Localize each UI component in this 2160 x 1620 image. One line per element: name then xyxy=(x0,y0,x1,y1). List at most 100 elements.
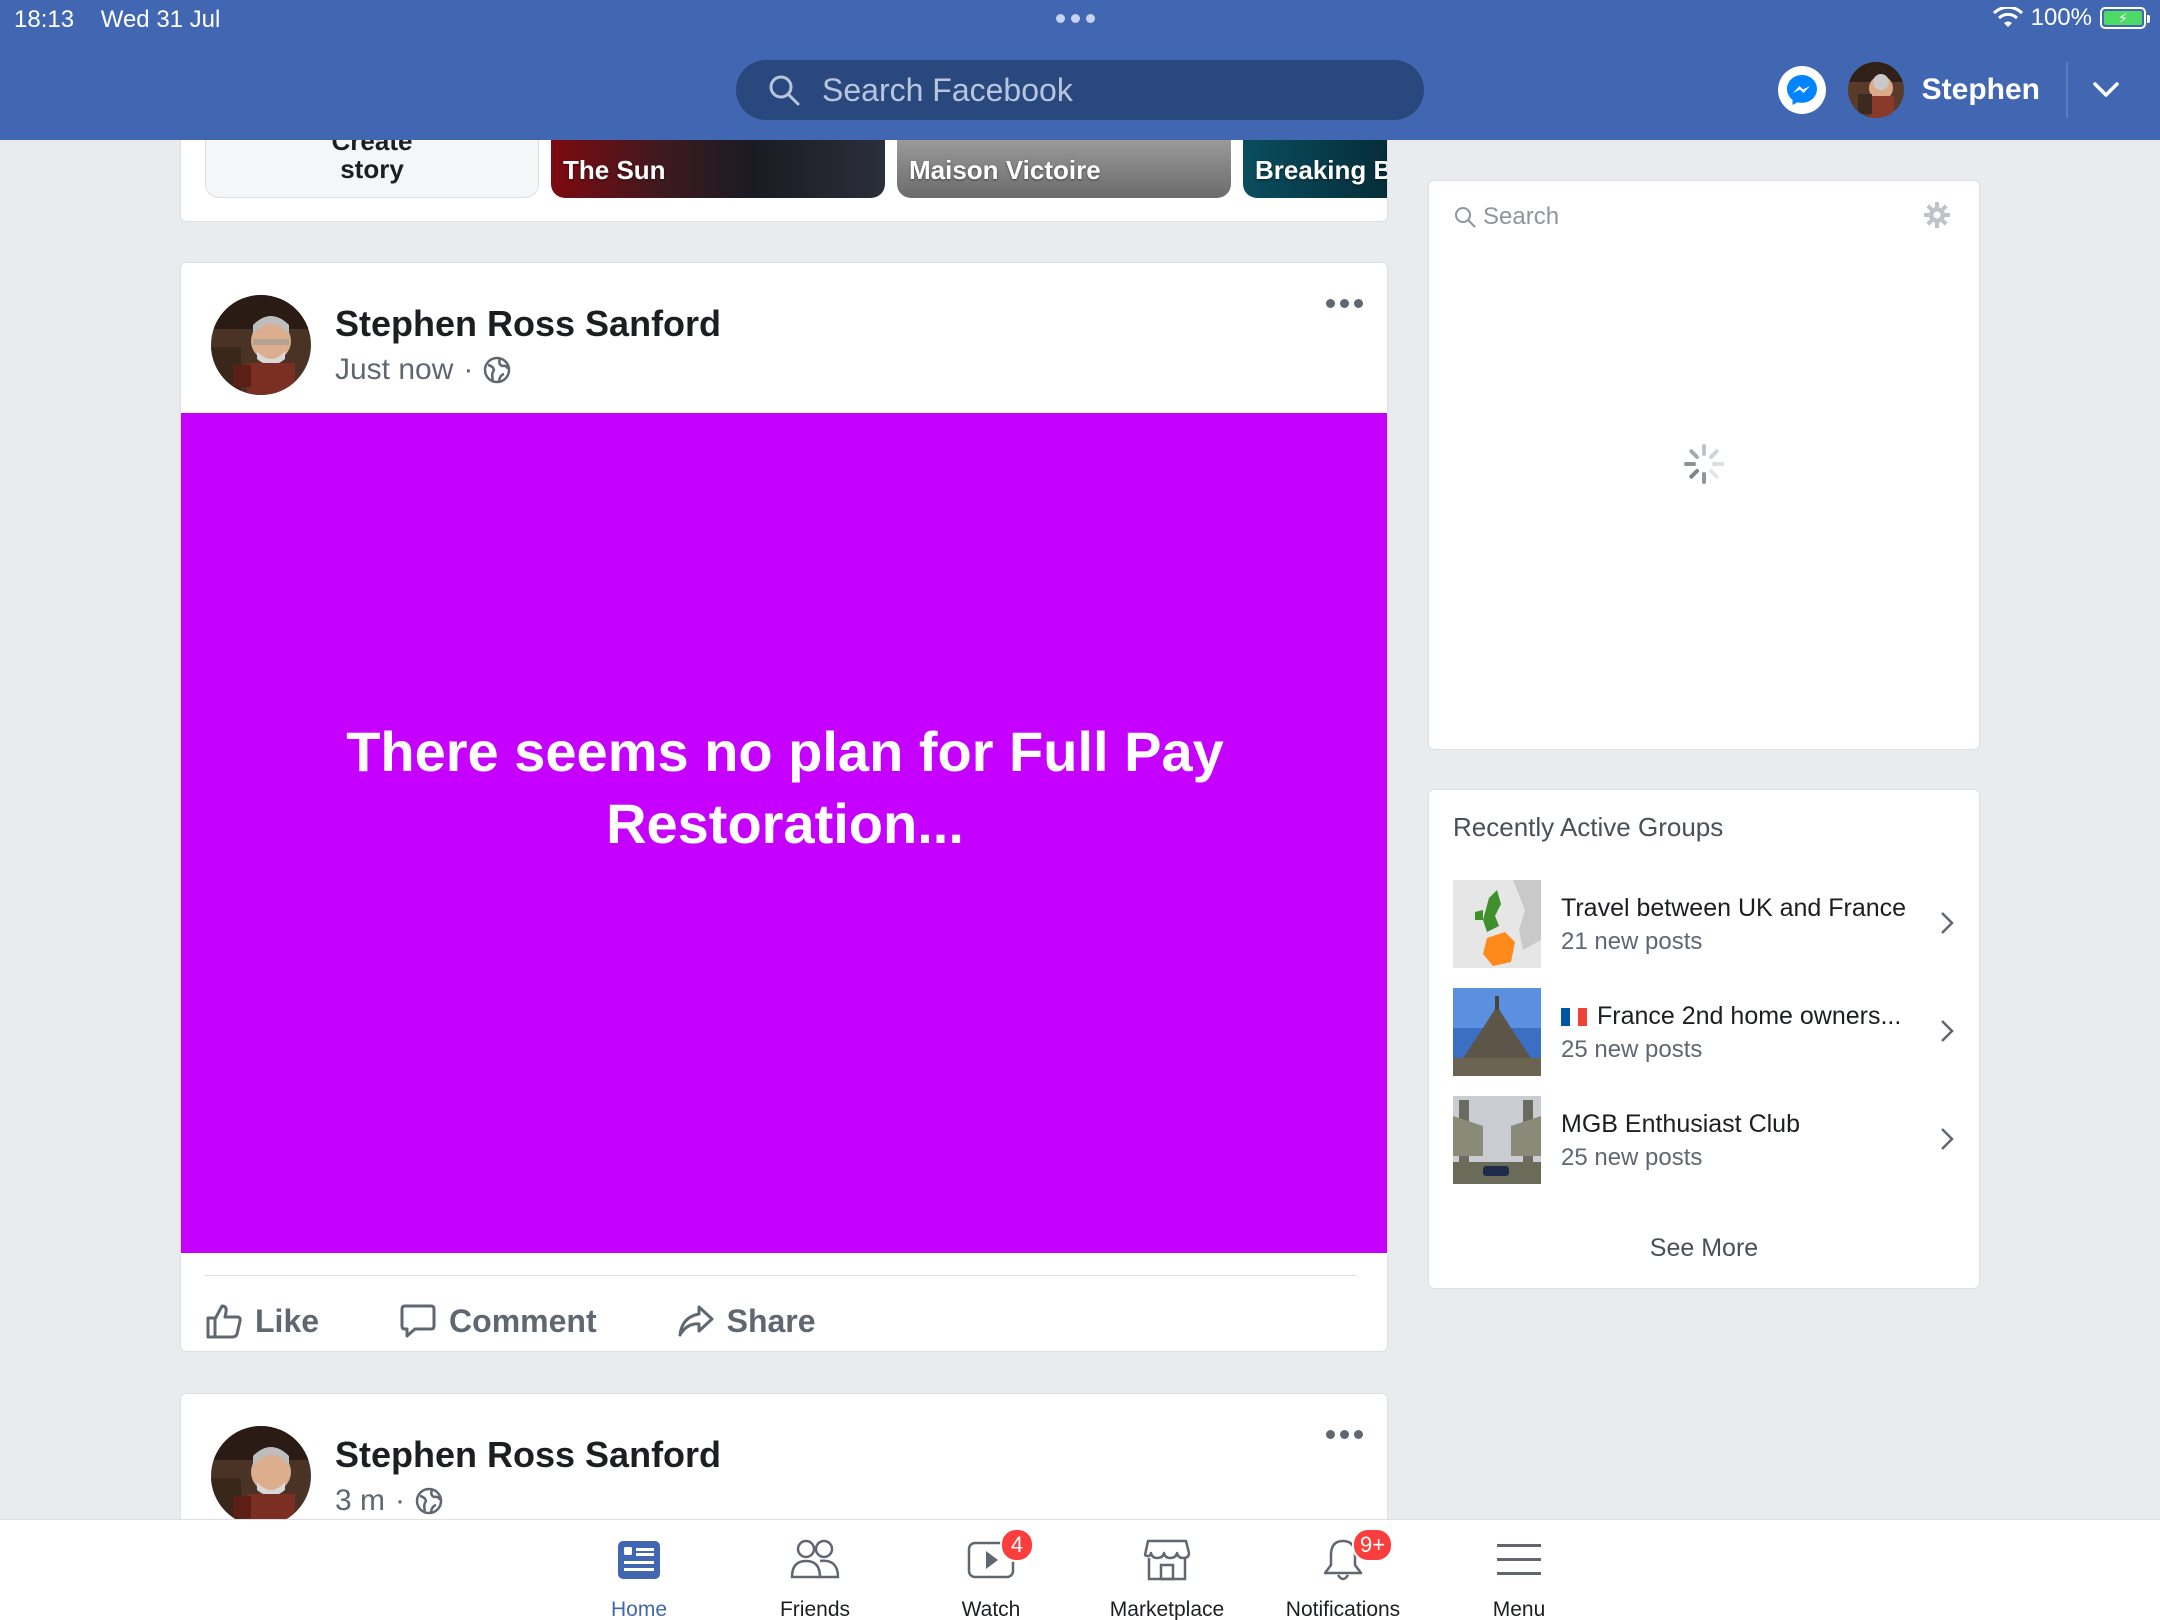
public-globe-icon xyxy=(484,356,511,384)
post-actions-bar: Like Comment Share xyxy=(205,1291,816,1351)
post-colored-text-background: There seems no plan for Full Pay Restora… xyxy=(181,413,1387,1253)
search-facebook-input[interactable]: Search Facebook xyxy=(736,60,1424,120)
notifications-badge: 9+ xyxy=(1352,1528,1394,1562)
user-avatar[interactable] xyxy=(1847,62,1904,118)
group-name: Travel between UK and France xyxy=(1561,894,1907,922)
tab-label: Home xyxy=(610,1598,668,1620)
chevron-right-icon xyxy=(1941,1020,1954,1042)
actions-divider xyxy=(205,1275,1357,1276)
group-new-posts: 25 new posts xyxy=(1561,1144,1703,1171)
post-more-options-icon[interactable] xyxy=(1326,1430,1363,1439)
tab-label: Notifications xyxy=(1285,1598,1401,1620)
comment-button[interactable]: Comment xyxy=(399,1302,597,1340)
chat-search-input[interactable]: Search xyxy=(1453,203,1559,231)
share-button[interactable]: Share xyxy=(677,1302,816,1340)
create-story-label: story xyxy=(340,154,404,184)
group-item[interactable]: Travel between UK and France 21 new post… xyxy=(1453,880,1963,968)
status-bar-right: 100% ⚡ xyxy=(1992,4,2150,32)
search-icon xyxy=(1455,207,1476,228)
post-meta: 3 m · xyxy=(335,1484,443,1518)
marketplace-icon xyxy=(1143,1539,1191,1581)
group-thumbnail xyxy=(1453,988,1541,1076)
messenger-icon[interactable] xyxy=(1777,66,1826,114)
status-bar-left: 18:13 Wed 31 Jul xyxy=(14,6,240,34)
public-globe-icon xyxy=(415,1487,443,1515)
header-right: Stephen xyxy=(1777,58,2160,122)
search-icon xyxy=(769,75,800,106)
chevron-right-icon xyxy=(1941,1128,1954,1150)
home-feed-icon xyxy=(618,1541,660,1579)
post-timestamp[interactable]: Just now xyxy=(335,353,453,387)
status-date: Wed 31 Jul xyxy=(100,6,221,33)
story-label: The Sun xyxy=(563,155,666,185)
story-label: Maison Victoire xyxy=(909,155,1101,185)
battery-icon: ⚡ xyxy=(2100,7,2150,29)
tab-label: Friends xyxy=(779,1598,851,1620)
tab-label: Menu xyxy=(1492,1598,1546,1620)
group-name: MGB Enthusiast Club xyxy=(1561,1110,1800,1138)
group-item[interactable]: France 2nd home owners... 25 new posts xyxy=(1453,988,1963,1076)
tab-label: Marketplace xyxy=(1109,1598,1225,1620)
meta-separator: · xyxy=(395,1484,406,1517)
wifi-icon xyxy=(1992,7,2023,27)
bottom-tab-bar: Home Friends 4 Watch Marketplace 9+ Noti… xyxy=(0,1519,2160,1620)
hamburger-menu-icon xyxy=(1497,1544,1541,1575)
post-meta: Just now · xyxy=(335,353,511,387)
post-author-name[interactable]: Stephen Ross Sanford xyxy=(335,303,721,345)
tab-notifications[interactable]: 9+ Notifications xyxy=(1258,1528,1428,1620)
friends-icon xyxy=(790,1539,840,1579)
share-label: Share xyxy=(726,1302,816,1339)
watch-badge: 4 xyxy=(1000,1528,1034,1562)
tab-home[interactable]: Home xyxy=(554,1534,724,1620)
recently-active-groups-panel: Recently Active Groups Travel between UK… xyxy=(1428,789,1980,1289)
chat-sidebar: Search xyxy=(1428,180,1980,750)
feed-post: Stephen Ross Sanford Just now · There se… xyxy=(180,262,1388,1352)
group-name: France 2nd home owners... xyxy=(1597,1002,1902,1030)
multitasking-dots[interactable] xyxy=(1056,14,1095,23)
gear-icon[interactable] xyxy=(1923,201,1951,229)
header-divider xyxy=(2066,62,2068,118)
thumbs-up-icon xyxy=(206,1304,242,1339)
group-item[interactable]: MGB Enthusiast Club 25 new posts xyxy=(1453,1096,1963,1184)
see-more-groups-link[interactable]: See More xyxy=(1429,1234,1979,1263)
story-card-maison-victoire[interactable]: Maison Victoire xyxy=(897,140,1231,198)
groups-panel-title: Recently Active Groups xyxy=(1453,812,1724,842)
chevron-right-icon xyxy=(1941,912,1954,934)
tab-marketplace[interactable]: Marketplace xyxy=(1082,1534,1252,1620)
loading-spinner-icon xyxy=(1684,444,1724,484)
post-timestamp[interactable]: 3 m xyxy=(335,1484,385,1518)
tab-label: Watch xyxy=(961,1598,1021,1620)
post-more-options-icon[interactable] xyxy=(1326,299,1363,308)
search-placeholder: Search Facebook xyxy=(822,71,1073,108)
stories-strip: Create story The Sun Maison Victoire Bre… xyxy=(180,140,1388,222)
story-card-the-sun[interactable]: The Sun xyxy=(551,140,885,198)
chat-search-placeholder: Search xyxy=(1483,203,1560,230)
top-bar: 18:13 Wed 31 Jul 100% ⚡ Search Facebook xyxy=(0,0,2160,140)
chevron-down-icon[interactable] xyxy=(2092,81,2120,99)
post-author-avatar[interactable] xyxy=(211,295,311,395)
create-story-card[interactable]: Create story xyxy=(205,140,539,198)
comment-label: Comment xyxy=(449,1302,597,1339)
header-user-name[interactable]: Stephen xyxy=(1922,73,2040,107)
tab-menu[interactable]: Menu xyxy=(1434,1534,1604,1620)
story-label: Breaking Br xyxy=(1255,155,1388,185)
comment-bubble-icon xyxy=(400,1304,436,1338)
group-new-posts: 21 new posts xyxy=(1561,928,1703,955)
group-new-posts: 25 new posts xyxy=(1561,1036,1703,1063)
group-thumbnail xyxy=(1453,880,1541,968)
battery-percent: 100% xyxy=(2030,4,2092,31)
group-thumbnail xyxy=(1453,1096,1541,1184)
group-name-row: France 2nd home owners... xyxy=(1561,1002,1901,1031)
like-label: Like xyxy=(255,1302,320,1339)
share-arrow-icon xyxy=(678,1305,714,1337)
post-text: There seems no plan for Full Pay Restora… xyxy=(346,720,1224,855)
tab-watch[interactable]: 4 Watch xyxy=(906,1528,1076,1620)
status-time: 18:13 xyxy=(14,6,75,33)
post-author-name[interactable]: Stephen Ross Sanford xyxy=(335,1434,721,1476)
story-card-breaking[interactable]: Breaking Br xyxy=(1243,140,1388,198)
like-button[interactable]: Like xyxy=(205,1302,319,1340)
meta-separator: · xyxy=(463,353,474,386)
post-author-avatar[interactable] xyxy=(211,1426,311,1526)
tab-friends[interactable]: Friends xyxy=(730,1534,900,1620)
france-flag-icon xyxy=(1561,1007,1588,1026)
